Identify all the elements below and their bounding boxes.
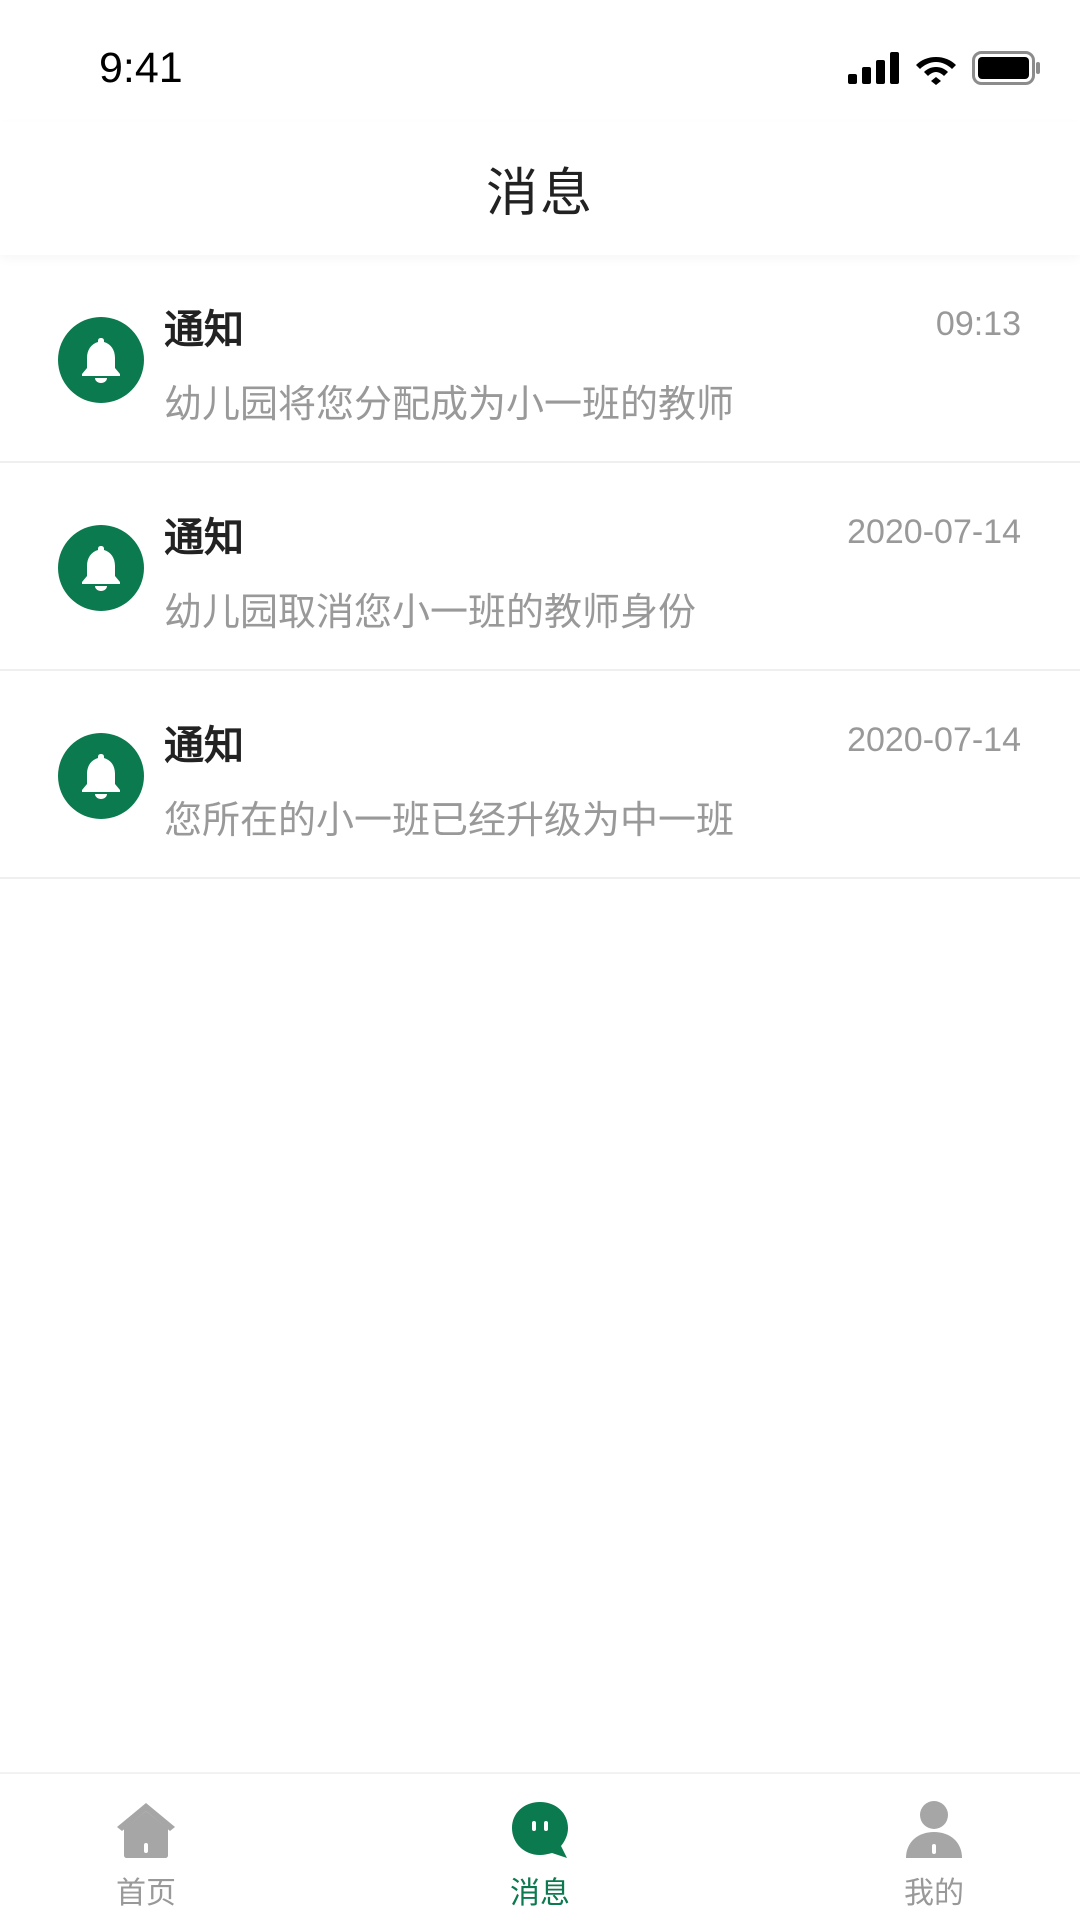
message-time: 2020-07-14 (847, 513, 1021, 551)
message-content: 幼儿园取消您小一班的教师身份 (164, 590, 697, 634)
tab-home[interactable]: 首页 (46, 1774, 246, 1922)
status-time: 9:41 (99, 44, 183, 92)
message-item[interactable]: 通知 2020-07-14 您所在的小一班已经升级为中一班 (0, 671, 1080, 879)
message-title: 通知 (164, 723, 244, 769)
navigation-header: 消息 (0, 122, 1080, 255)
message-time: 2020-07-14 (847, 721, 1021, 759)
person-icon (902, 1798, 966, 1862)
tab-mine-label: 我的 (904, 1876, 964, 1911)
battery-icon (972, 51, 1040, 85)
message-time: 09:13 (935, 305, 1021, 343)
status-icons (848, 48, 1042, 88)
bell-icon (82, 546, 120, 591)
message-item[interactable]: 通知 09:13 幼儿园将您分配成为小一班的教师 (0, 255, 1080, 463)
bottom-tab-bar: 首页 消息 我的 (0, 1772, 1080, 1920)
tab-mine[interactable]: 我的 (834, 1774, 1034, 1922)
tab-messages[interactable]: 消息 (440, 1774, 640, 1922)
notification-avatar (58, 733, 144, 819)
notification-avatar (58, 317, 144, 403)
wifi-icon (916, 57, 956, 85)
message-content: 您所在的小一班已经升级为中一班 (164, 798, 735, 842)
bell-icon (82, 338, 120, 383)
message-title: 通知 (164, 515, 244, 561)
notification-avatar (58, 525, 144, 611)
message-item[interactable]: 通知 2020-07-14 幼儿园取消您小一班的教师身份 (0, 463, 1080, 671)
page-title: 消息 (485, 164, 594, 224)
message-title: 通知 (164, 307, 244, 353)
message-list: 通知 09:13 幼儿园将您分配成为小一班的教师 通知 2020-07-14 幼… (0, 255, 1080, 879)
tab-messages-label: 消息 (510, 1876, 570, 1911)
chat-bubble-icon (508, 1798, 572, 1862)
cellular-signal-icon (848, 52, 899, 84)
bell-icon (82, 754, 120, 799)
message-content: 幼儿园将您分配成为小一班的教师 (164, 382, 735, 426)
status-bar: 9:41 (0, 0, 1080, 122)
tab-home-label: 首页 (116, 1876, 176, 1911)
home-icon (114, 1798, 178, 1862)
